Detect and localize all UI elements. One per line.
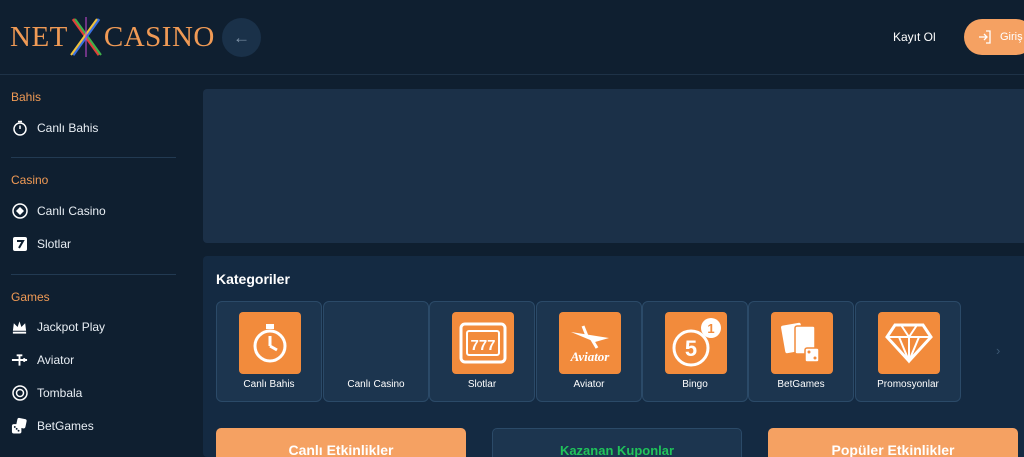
promo-banner[interactable]: [203, 89, 1024, 243]
category-card-promosyonlar[interactable]: Promosyonlar: [855, 301, 961, 402]
sidebar-divider: [11, 274, 176, 275]
sidebar-item-canli-casino[interactable]: Canlı Casino: [11, 200, 106, 222]
slot-digits: 777: [470, 337, 495, 354]
category-card-canli-bahis[interactable]: Canlı Bahis: [216, 301, 322, 402]
sidebar-item-betgames[interactable]: BetGames: [11, 415, 94, 437]
slot-machine-icon: 777: [452, 312, 514, 374]
login-label: Giriş: [1000, 31, 1023, 43]
category-label: Canlı Bahis: [243, 379, 295, 390]
top-header: NET CASINO ← Kayıt Ol Giriş: [0, 0, 1024, 75]
diamond-icon: [878, 312, 940, 374]
sidebar-item-label: Aviator: [37, 353, 75, 367]
aviator-tile-text: Aviator: [570, 349, 611, 364]
sidebar-item-label: Tombala: [37, 386, 83, 400]
logo-x-mark: [69, 15, 103, 59]
bingo-badge-number: 1: [707, 321, 714, 336]
ball-icon: [11, 385, 28, 402]
logo-text-net: NET: [10, 20, 68, 53]
arrow-left-icon: ←: [233, 27, 250, 47]
category-label: Slotlar: [467, 379, 497, 390]
aviator-icon: Aviator: [559, 312, 621, 374]
section-title-games: Games: [11, 290, 50, 304]
back-button[interactable]: ←: [222, 18, 261, 57]
category-label: Canlı Casino: [347, 379, 405, 390]
dice-icon: [11, 417, 28, 435]
category-card-slotlar[interactable]: 777 Slotlar: [429, 301, 535, 402]
category-label: Promosyonlar: [877, 379, 939, 390]
chip-icon: [11, 203, 28, 220]
login-icon: [979, 30, 991, 44]
plane-icon: [11, 352, 28, 369]
sidebar: Bahis Canlı Bahis Casino Canlı Casino Sl…: [0, 76, 190, 457]
sidebar-item-label: BetGames: [37, 419, 94, 433]
cards-dice-icon: [771, 312, 833, 374]
category-label: BetGames: [777, 379, 825, 390]
section-title-bahis: Bahis: [11, 90, 42, 104]
category-card-canli-casino[interactable]: Canlı Casino: [323, 301, 429, 402]
netxcasino-logo[interactable]: NET CASINO: [10, 12, 215, 62]
sidebar-item-canli-bahis[interactable]: Canlı Bahis: [11, 117, 98, 139]
section-title-casino: Casino: [11, 173, 49, 187]
category-card-bingo[interactable]: 5 1 Bingo: [642, 301, 748, 402]
register-link[interactable]: Kayıt Ol: [893, 30, 936, 44]
bingo-ball-icon: 5 1: [665, 312, 727, 374]
logo-text-casino: CASINO: [103, 20, 215, 53]
category-card-betgames[interactable]: BetGames: [748, 301, 854, 402]
category-card-aviator[interactable]: Aviator Aviator: [536, 301, 642, 402]
stopwatch-icon: [11, 120, 28, 137]
sidebar-item-aviator[interactable]: Aviator: [11, 349, 74, 371]
login-button[interactable]: Giriş: [964, 19, 1024, 55]
category-label: Aviator: [573, 379, 605, 390]
sidebar-item-tombala[interactable]: Tombala: [11, 382, 82, 404]
crown-icon: [11, 319, 28, 336]
bingo-ball-number: 5: [685, 336, 697, 361]
stopwatch-icon: [239, 312, 301, 374]
categories-title: Kategoriler: [216, 271, 290, 287]
carousel-next-arrow[interactable]: ›: [996, 343, 1000, 358]
sidebar-item-label: Jackpot Play: [37, 320, 106, 334]
popular-events-button[interactable]: Popüler Etkinlikler: [768, 428, 1018, 457]
sidebar-item-label: Slotlar: [37, 237, 72, 251]
sidebar-item-slotlar[interactable]: Slotlar: [11, 233, 71, 255]
category-label: Bingo: [682, 379, 708, 390]
sidebar-item-label: Canlı Casino: [37, 204, 106, 218]
sidebar-divider: [11, 157, 176, 158]
live-events-button[interactable]: Canlı Etkinlikler: [216, 428, 466, 457]
winning-coupons-button[interactable]: Kazanan Kuponlar: [492, 428, 742, 457]
sidebar-item-jackpot-play[interactable]: Jackpot Play: [11, 316, 105, 338]
seven-icon: [11, 236, 28, 253]
sidebar-item-label: Canlı Bahis: [37, 121, 99, 135]
